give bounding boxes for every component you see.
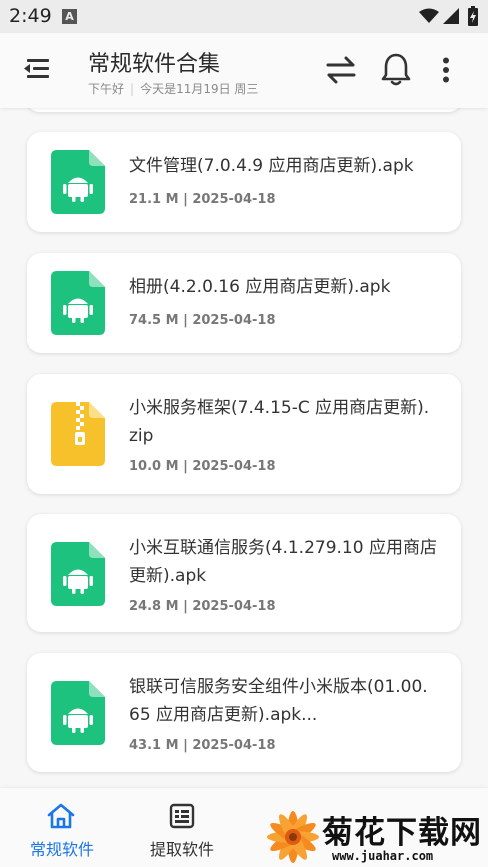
app-bar: 常规软件合集 下午好 | 今天是11月19日 周三 (0, 33, 488, 108)
previous-card-edge (27, 108, 461, 112)
nav-label: 提取软件 (149, 840, 214, 859)
file-meta: 21.1 M | 2025-04-18 (129, 192, 276, 207)
file-name: 相册(4.2.0.16 应用商店更新).apk (129, 277, 391, 297)
notification-a-icon: A (62, 9, 77, 24)
home-icon (47, 803, 75, 829)
file-list: 文件管理(7.0.4.9 应用商店更新).apk 21.1 M | 2025-0… (0, 108, 488, 788)
file-card[interactable]: 文件管理(7.0.4.9 应用商店更新).apk 21.1 M | 2025-0… (27, 132, 461, 232)
status-time: 2:49 (9, 5, 52, 27)
chrysanthemum-logo-icon (267, 811, 319, 863)
file-card[interactable]: 银联可信服务安全组件小米版本(01.00.65 应用商店更新).apk... 4… (27, 653, 461, 772)
file-meta: 10.0 M | 2025-04-18 (129, 459, 276, 474)
android-apk-icon (51, 271, 105, 335)
android-apk-icon (51, 542, 105, 606)
page-subtitle: 下午好 | 今天是11月19日 周三 (88, 80, 258, 97)
watermark-url: www.juahar.com (332, 849, 434, 863)
list-box-icon (169, 803, 195, 829)
status-bar: 2:49 A (0, 0, 488, 33)
menu-collapse-icon[interactable] (23, 57, 51, 81)
file-name: 银联可信服务安全组件小米版本(01.00.65 应用商店更新).apk... (129, 677, 428, 725)
greeting-text: 下午好 (88, 82, 125, 96)
zip-archive-icon (51, 402, 105, 466)
more-vertical-icon[interactable] (440, 57, 452, 83)
subtitle-separator: | (130, 82, 135, 96)
bell-icon[interactable] (380, 52, 412, 86)
file-meta: 74.5 M | 2025-04-18 (129, 313, 276, 328)
file-meta: 24.8 M | 2025-04-18 (129, 599, 276, 614)
file-card[interactable]: 小米服务框架(7.4.15-C 应用商店更新).zip 10.0 M | 202… (27, 374, 461, 494)
android-apk-icon (51, 150, 105, 214)
page-title: 常规软件合集 (88, 52, 221, 77)
watermark: 菊花下载网 www.juahar.com (262, 803, 488, 867)
watermark-text: 菊花下载网 (322, 815, 482, 851)
file-card[interactable]: 相册(4.2.0.16 应用商店更新).apk 74.5 M | 2025-04… (27, 253, 461, 353)
nav-item-extract-software[interactable]: 提取软件 (122, 788, 242, 867)
file-meta: 43.1 M | 2025-04-18 (129, 738, 276, 753)
file-name: 小米服务框架(7.4.15-C 应用商店更新).zip (129, 398, 430, 446)
android-apk-icon (51, 681, 105, 745)
battery-charging-icon (468, 6, 478, 26)
file-name: 小米互联通信服务(4.1.279.10 应用商店更新).apk (129, 538, 437, 586)
file-card[interactable]: 小米互联通信服务(4.1.279.10 应用商店更新).apk 24.8 M |… (27, 514, 461, 632)
signal-icon (443, 8, 459, 24)
nav-item-regular-software[interactable]: 常规软件 (0, 788, 120, 867)
file-name: 文件管理(7.0.4.9 应用商店更新).apk (129, 156, 414, 176)
date-text: 今天是11月19日 周三 (140, 82, 259, 96)
swap-arrows-icon[interactable] (325, 55, 357, 85)
wifi-icon (419, 8, 439, 23)
nav-label: 常规软件 (29, 840, 94, 859)
